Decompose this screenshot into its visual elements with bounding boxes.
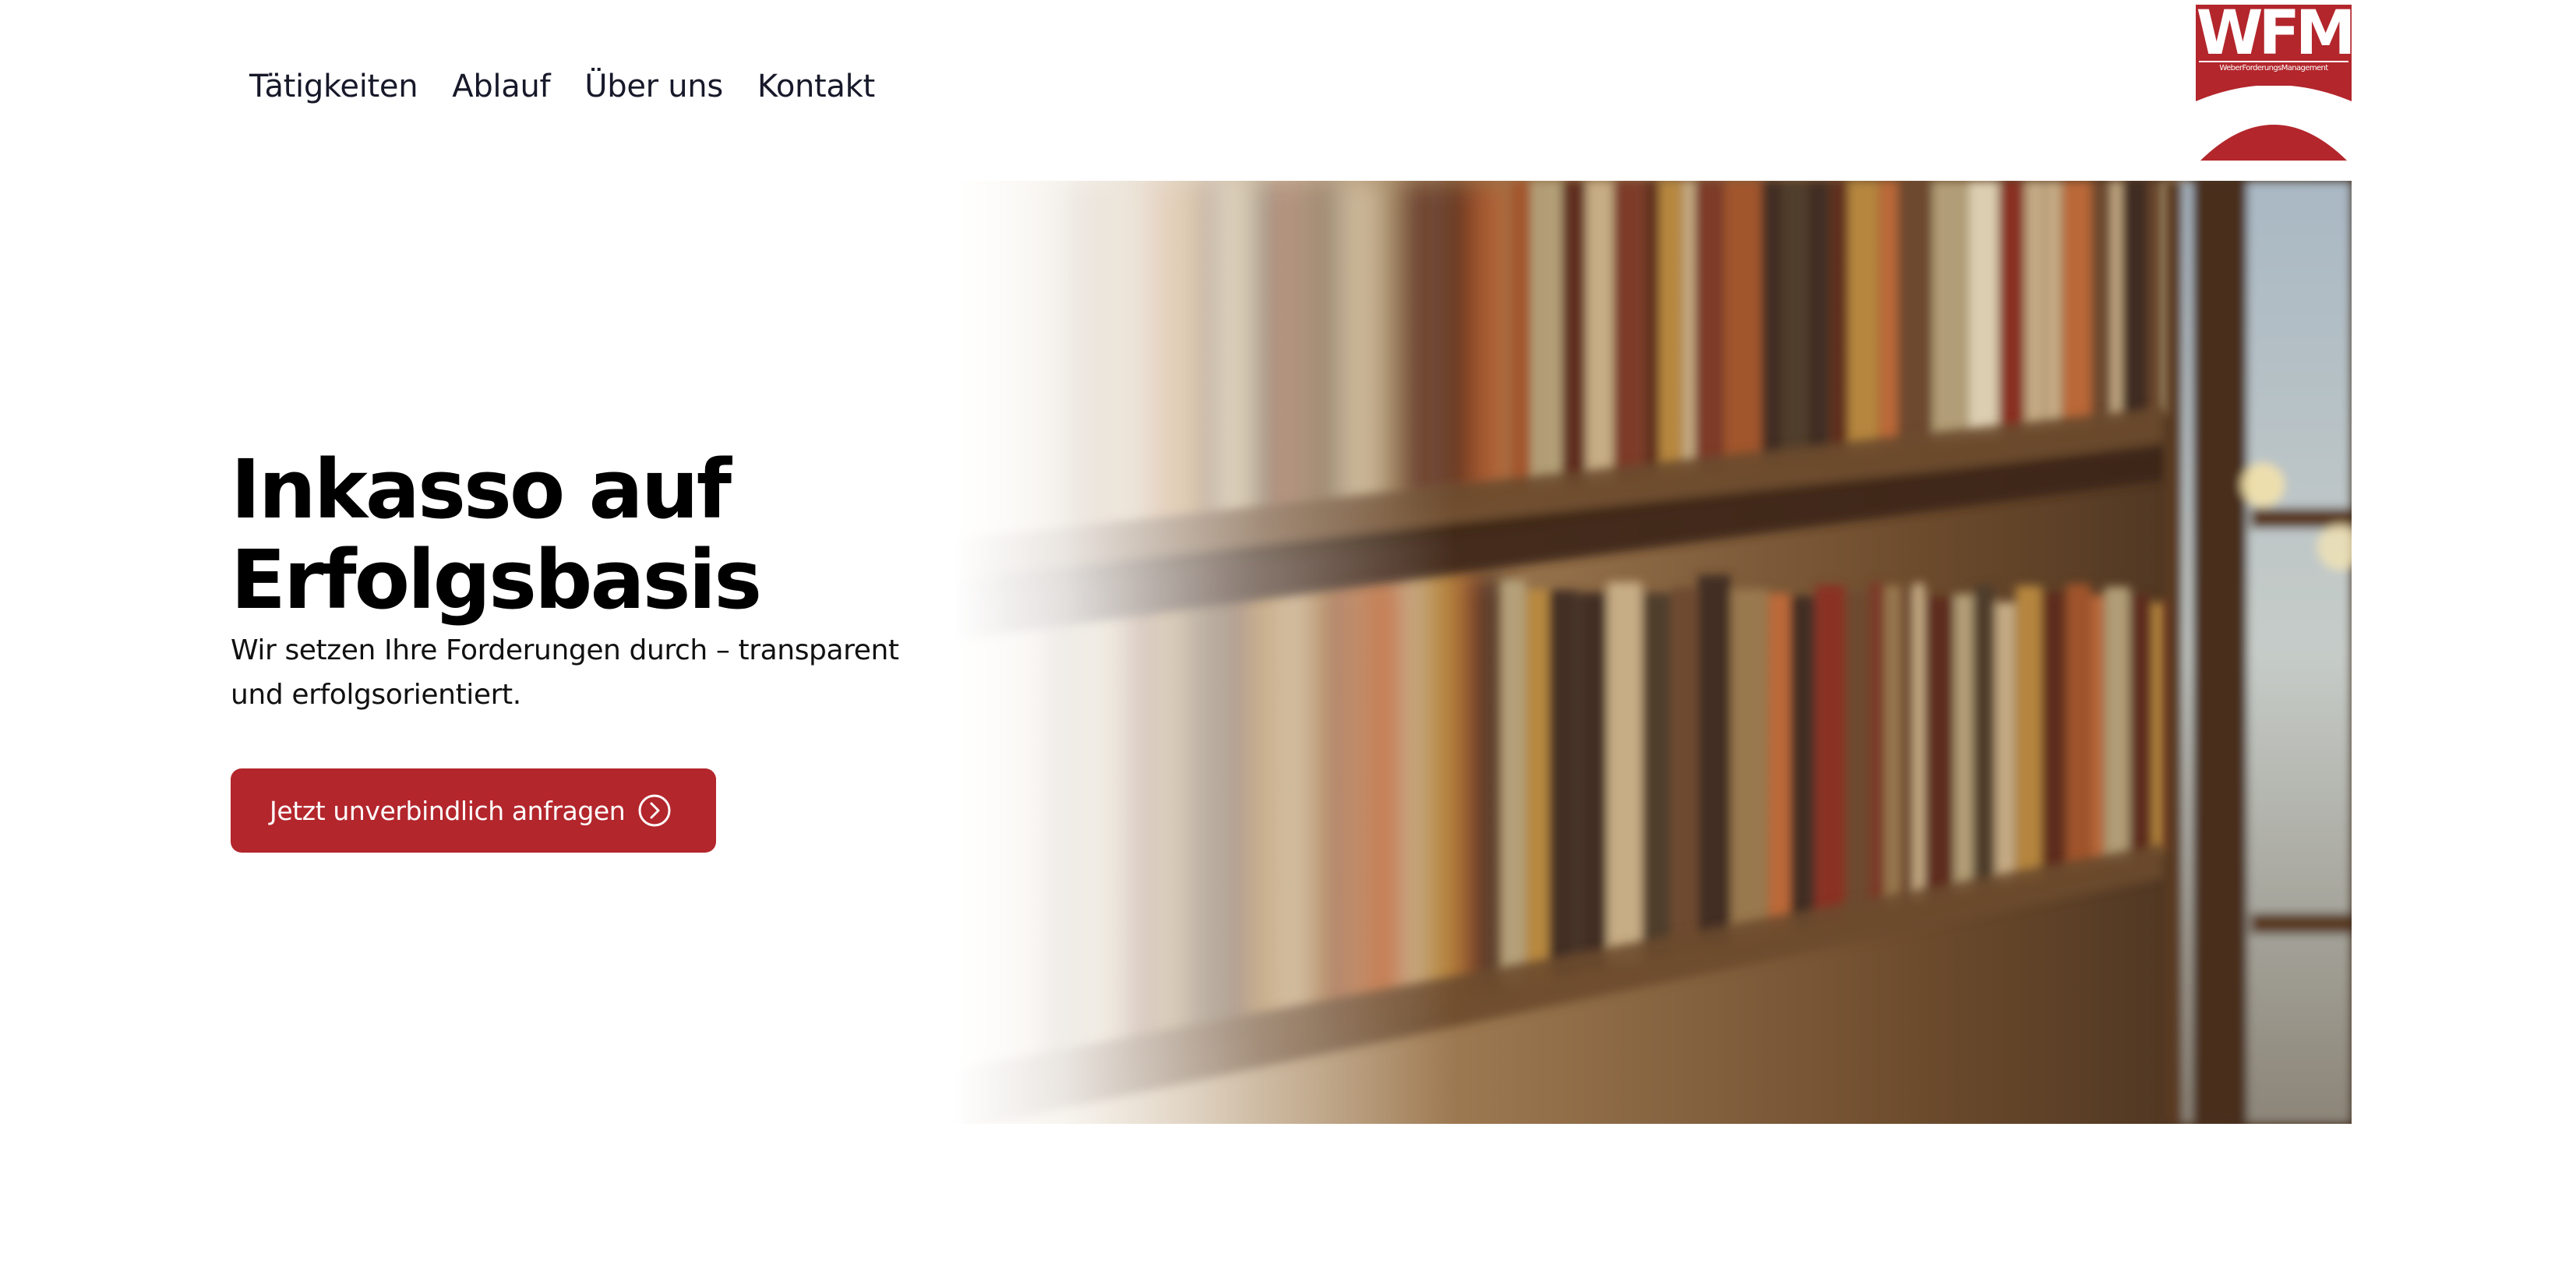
logo-divider bbox=[2199, 61, 2348, 62]
hero-subtitle-line-1: Wir setzen Ihre Forderungen durch – tran… bbox=[231, 634, 899, 666]
nav-link-taetigkeiten[interactable]: Tätigkeiten bbox=[249, 69, 418, 104]
cta-request-button[interactable]: Jetzt unverbindlich anfragen bbox=[231, 768, 716, 853]
logo-arc-graphic bbox=[2196, 86, 2352, 161]
nav-link-kontakt[interactable]: Kontakt bbox=[757, 69, 875, 104]
cta-label: Jetzt unverbindlich anfragen bbox=[270, 795, 626, 826]
landing-page: Tätigkeiten Ablauf Über uns Kontakt WFM … bbox=[0, 0, 2576, 1261]
hero-subtitle-line-2: und erfolgsorientiert. bbox=[231, 679, 521, 711]
logo-letters: WFM bbox=[2196, 5, 2352, 69]
bookshelf-illustration bbox=[954, 181, 2352, 1124]
hero-title-line-1: Inkasso auf bbox=[231, 442, 732, 537]
hero-subtitle: Wir setzen Ihre Forderungen durch – tran… bbox=[231, 628, 932, 717]
hero-title: Inkasso auf Erfolgsbasis bbox=[231, 444, 947, 625]
chevron-right-circle-icon bbox=[638, 794, 671, 827]
hero-title-line-2: Erfolgsbasis bbox=[231, 532, 762, 627]
logo-subtitle: WeberForderungsManagement bbox=[2219, 64, 2328, 72]
nav-link-ablauf[interactable]: Ablauf bbox=[452, 69, 550, 104]
main-nav: Tätigkeiten Ablauf Über uns Kontakt bbox=[249, 59, 875, 114]
wfm-logo[interactable]: WFM WeberForderungsManagement bbox=[2196, 5, 2352, 161]
bookshelf-photo bbox=[954, 181, 2352, 1124]
nav-link-ueber-uns[interactable]: Über uns bbox=[584, 69, 723, 104]
